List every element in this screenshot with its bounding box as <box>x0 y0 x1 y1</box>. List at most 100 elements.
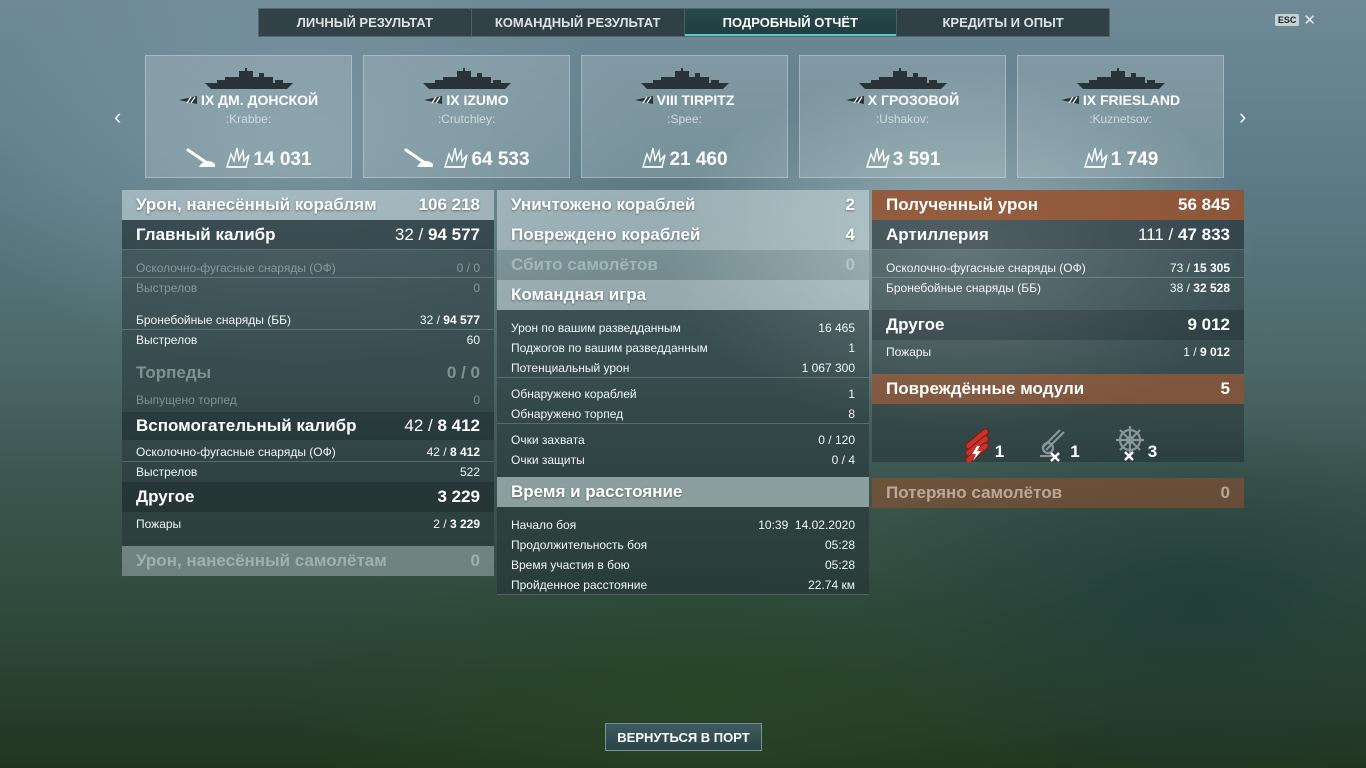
ship-class-icon <box>634 96 653 104</box>
team-play-title: Командная игра <box>511 285 647 304</box>
planes-lost-value: 0 <box>1220 483 1230 502</box>
damage-to-planes-label: Урон, нанесённый самолётам <box>136 551 387 570</box>
destroyed-ships-value: 2 <box>845 195 855 214</box>
ship-silhouette-icon <box>858 68 947 89</box>
he-shots-row: Выстрелов 0 <box>122 278 494 298</box>
ship-card[interactable]: IX IZUMO:Crutchley: 64 533 <box>363 55 570 178</box>
ship-name-text: IX IZUMO <box>446 92 509 108</box>
spotted-torpedoes-label: Обнаружено торпед <box>511 406 624 421</box>
battle-duration-row: Продолжительность боя 05:28 <box>497 535 869 555</box>
ship-silhouette-icon <box>1076 68 1165 89</box>
next-ship-arrow-icon[interactable]: › <box>1239 104 1246 130</box>
tab-detailed-report[interactable]: ПОДРОБНЫЙ ОТЧЁТ <box>684 9 898 36</box>
ship-class-icon <box>424 96 443 104</box>
time-distance-header: Время и расстояние <box>497 477 869 507</box>
spotting-fires-value: 1 <box>848 341 855 355</box>
main-battery-row: Главный калибр 32 / 94 577 <box>122 220 494 250</box>
ship-name: X ГРОЗОВОЙ <box>800 92 1005 108</box>
ship-card[interactable]: IX FRIESLAND:Kuznetsov: 1 749 <box>1017 55 1224 178</box>
ap-shells-value: 32 / 94 577 <box>420 313 480 327</box>
main-battery-value: 32 / 94 577 <box>395 225 480 245</box>
damage-burst-icon <box>226 147 251 168</box>
separator: / <box>439 444 450 459</box>
tab-team-result[interactable]: КОМАНДНЫЙ РЕЗУЛЬТАТ <box>472 9 685 36</box>
ship-class-icon <box>178 96 197 104</box>
battle-start-label: Начало боя <box>511 518 577 532</box>
ship-damage-value: 64 533 <box>471 149 530 170</box>
spacer <box>872 364 1244 374</box>
capture-points-label: Очки захвата <box>511 433 585 447</box>
spotting-fires-row: Поджогов по вашим разведданным 1 <box>497 338 869 358</box>
damaged-modules-row: Повреждённые модули 5 <box>872 374 1244 404</box>
fires-row: Пожары 2 / 3 229 <box>122 512 494 536</box>
ap-damage: 94 577 <box>443 312 480 327</box>
secondary-he-damage: 8 412 <box>449 444 480 459</box>
spotting-damage-label: Урон по вашим разведданным <box>511 321 681 335</box>
spacer <box>122 250 494 258</box>
damaged-ships-label: Повреждено кораблей <box>511 225 701 244</box>
ap-shots-label: Выстрелов <box>136 333 198 347</box>
received-fires-label: Пожары <box>886 345 932 359</box>
ship-name-text: X ГРОЗОВОЙ <box>867 92 960 108</box>
received-he-hits: 73 <box>1169 260 1184 275</box>
aa-gun-count: 1 <box>1070 442 1080 461</box>
dealt-damage-panel: Урон, нанесённый кораблям 106 218 Главный… <box>122 190 494 576</box>
he-shells-value: 0 / 0 <box>457 261 480 275</box>
spacer <box>872 250 1244 258</box>
ship-class-icon <box>1060 96 1079 104</box>
damaged-ships-row: Повреждено кораблей 4 <box>497 220 869 250</box>
ship-card[interactable]: IX ДМ. ДОНСКОЙ:Krabbe: 14 031 <box>145 55 352 178</box>
battle-stats-panel: Уничтожено кораблей 2 Повреждено кораблей… <box>497 190 869 595</box>
ship-class-icon <box>845 96 864 104</box>
ship-damage-value: 1 749 <box>1110 149 1159 170</box>
distance-row: Пройденное расстояние 22.74 км <box>497 575 869 595</box>
ship-name-text: IX FRIESLAND <box>1082 92 1181 108</box>
close-icon: ✕ <box>1303 12 1316 29</box>
he-shots-label: Выстрелов <box>136 281 198 295</box>
ship-silhouette-icon <box>640 68 729 89</box>
damage-burst-icon <box>642 147 667 168</box>
damaged-modules-value: 5 <box>1220 379 1230 398</box>
damage-to-ships-value: 106 218 <box>418 195 480 214</box>
ship-damage-stat: 21 460 <box>582 146 787 171</box>
secondary-shots-label: Выстрелов <box>136 465 198 479</box>
ship-name-text: IX ДМ. ДОНСКОЙ <box>200 92 319 108</box>
ship-silhouette-icon <box>204 68 293 89</box>
main-battery-damage: 94 577 <box>428 224 480 244</box>
ship-card[interactable]: VIII TIRPITZ:Spee: 21 460 <box>581 55 788 178</box>
tab-credits-xp[interactable]: КРЕДИТЫ И ОПЫТ <box>897 9 1109 36</box>
artillery-value: 111 / 47 833 <box>1138 225 1230 245</box>
tab-personal-result[interactable]: ЛИЧНЫЙ РЕЗУЛЬТАТ <box>259 9 472 36</box>
steering-gear-count: 3 <box>1147 442 1158 461</box>
received-other-row: Другое 9 012 <box>872 310 1244 340</box>
torpedoes-value: 0 / 0 <box>446 363 480 382</box>
other-damage-row: Другое 3 229 <box>122 482 494 512</box>
esc-close-button[interactable]: ESC ✕ <box>1274 11 1316 29</box>
return-to-port-button[interactable]: ВЕРНУТЬСЯ В ПОРТ <box>605 723 762 751</box>
ap-shots-value: 60 <box>466 333 480 347</box>
capture-points-row: Очки захвата 0 / 120 <box>497 430 869 450</box>
damage-to-planes-value: 0 <box>470 551 480 570</box>
potential-damage-value: 1 067 300 <box>801 360 855 375</box>
prev-ship-arrow-icon[interactable]: ‹ <box>114 104 121 130</box>
ap-shells-label: Бронебойные снаряды (ББ) <box>136 312 291 327</box>
received-other-label: Другое <box>886 315 945 334</box>
spotted-ships-row: Обнаружено кораблей 1 <box>497 384 869 404</box>
he-shells-row: Осколочно-фугасные снаряды (ОФ) 0 / 0 <box>122 258 494 278</box>
damaged-modules-label: Повреждённые модули <box>886 379 1085 398</box>
received-ap-damage: 32 528 <box>1193 281 1230 295</box>
main-battery-hits: 32 <box>394 224 414 244</box>
ship-card[interactable]: X ГРОЗОВОЙ:Ushakov: 3 591 <box>799 55 1006 178</box>
damage-burst-icon <box>444 147 469 168</box>
received-damage-panel: Полученный урон 56 845 Артиллерия 111 / 47… <box>872 190 1244 508</box>
torpedoes-launched-value: 0 <box>473 393 480 407</box>
separator: / <box>463 260 474 275</box>
secondary-damage: 8 412 <box>437 416 480 435</box>
spacer <box>122 350 494 358</box>
time-distance-title: Время и расстояние <box>511 482 683 501</box>
main-battery-label: Главный калибр <box>136 224 276 244</box>
artillery-damage: 47 833 <box>1178 224 1230 244</box>
secondary-he-hits: 42 <box>426 444 440 459</box>
received-fires-row: Пожары 1 / 9 012 <box>872 340 1244 364</box>
battle-start-row: Начало боя 10:39 14.02.2020 <box>497 515 869 535</box>
